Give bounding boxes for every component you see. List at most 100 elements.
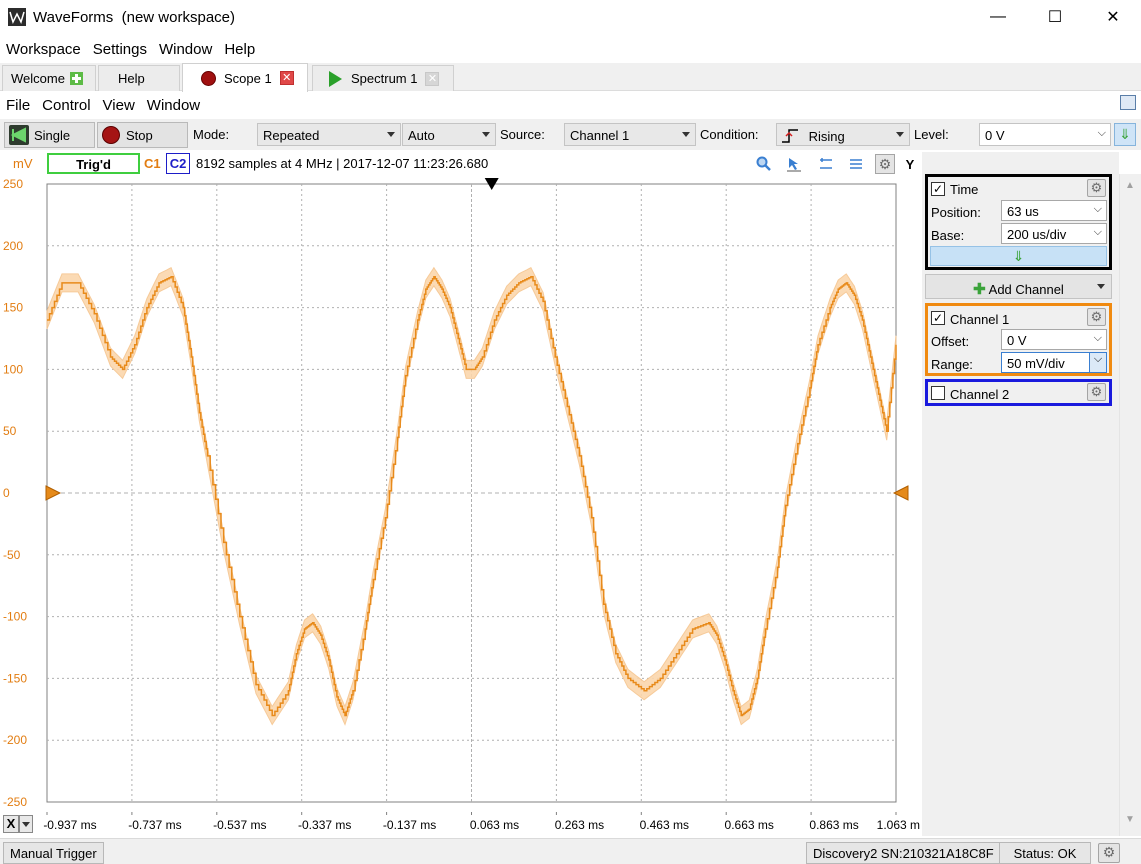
single-icon [9, 125, 29, 145]
condition-select[interactable]: Rising [776, 123, 910, 146]
offset-value: 0 V [1007, 333, 1027, 348]
settings-gear-icon[interactable]: ⚙ [875, 154, 895, 174]
window-title: WaveForms (new workspace) [33, 9, 235, 26]
play-icon [329, 70, 342, 87]
title-bar: WaveForms (new workspace) — ☐ ✕ [0, 0, 1141, 36]
tab-bar: Welcome Help Scope 1 ✕ Spectrum 1 ✕ [0, 63, 1141, 92]
y-unit-label: mV [13, 156, 33, 171]
trigger-status-badge: Trig'd [47, 153, 140, 174]
x-tick-label: 0.063 ms [470, 818, 519, 832]
main-menu: Workspace Settings Window Help [0, 37, 1141, 63]
base-value: 200 us/div [1007, 227, 1067, 242]
menu-help[interactable]: Help [218, 37, 261, 63]
stop-label: Stop [126, 127, 153, 143]
x-axis-ticks: -0.937 ms -0.737 ms -0.537 ms -0.337 ms -0.1… [43, 812, 920, 832]
range-value: 50 mV/div [1007, 356, 1065, 371]
rising-edge-icon [782, 129, 798, 143]
zoom-icon[interactable] [754, 154, 774, 174]
apply-time-icon[interactable]: ⇓ [930, 246, 1107, 266]
menu-workspace[interactable]: Workspace [0, 37, 87, 63]
x-tick-label: 0.663 ms [725, 818, 774, 832]
menu-view[interactable]: View [97, 92, 141, 118]
position-input[interactable]: 63 us ⌵ [1001, 200, 1107, 221]
maximize-button[interactable]: ☐ [1032, 0, 1078, 34]
scroll-down-icon[interactable]: ▼ [1125, 814, 1135, 825]
channel-1-settings-gear-icon[interactable]: ⚙ [1087, 308, 1106, 326]
source-select[interactable]: Channel 1 [564, 123, 696, 146]
cursor-select-icon[interactable] [784, 154, 804, 174]
time-settings-gear-icon[interactable]: ⚙ [1087, 179, 1106, 197]
y-axis-button[interactable]: Y [900, 154, 920, 174]
x-tick-label: -0.337 ms [298, 818, 351, 832]
stop-button[interactable]: Stop [97, 122, 188, 148]
add-channel-button[interactable]: ✚ Add Channel [925, 274, 1112, 299]
offset-input[interactable]: 0 V ⌵ [1001, 329, 1107, 350]
source-label: Source: [500, 127, 545, 142]
panel-scrollbar[interactable]: ▲ ▼ [1119, 174, 1141, 836]
status-indicator[interactable]: Status: OK [999, 842, 1091, 864]
channel-1-title: Channel 1 [950, 312, 1010, 327]
channel-2-settings-gear-icon[interactable]: ⚙ [1087, 383, 1106, 401]
oscilloscope-plot[interactable]: 250 200 150 100 50 0 -50 -100 -150 -200 -250 [0, 174, 922, 812]
cursor-vertical-icon[interactable] [846, 154, 866, 174]
acquisition-toolbar: Single Stop Mode: Repeated Auto Source: … [0, 119, 1141, 150]
tab-welcome[interactable]: Welcome [2, 65, 96, 91]
chevron-down-icon[interactable]: ⌵ [1089, 353, 1106, 372]
menu-settings[interactable]: Settings [87, 37, 153, 63]
manual-trigger-button[interactable]: Manual Trigger [3, 842, 104, 864]
minimize-button[interactable]: — [975, 0, 1021, 34]
x-tick-label: 0.263 ms [555, 818, 604, 832]
range-input[interactable]: 50 mV/div ⌵ [1001, 352, 1107, 373]
dropdown-arrow-icon [482, 132, 490, 137]
trigger-mode-select[interactable]: Auto [402, 123, 496, 146]
device-info-button[interactable]: Discovery2 SN:210321A18C8F [806, 842, 1001, 864]
dropdown-arrow-icon [387, 132, 395, 137]
mode-select[interactable]: Repeated [257, 123, 401, 146]
position-value: 63 us [1007, 204, 1039, 219]
y-axis-ticks: 250 200 150 100 50 0 -50 -100 -150 -200 -250 [3, 177, 27, 809]
menu-window[interactable]: Window [153, 37, 218, 63]
close-tab-icon[interactable]: ✕ [279, 71, 294, 85]
tab-help[interactable]: Help [98, 65, 180, 91]
scroll-up-icon[interactable]: ▲ [1125, 180, 1135, 191]
x-tick-label: -0.937 ms [43, 818, 96, 832]
menu-file[interactable]: File [0, 92, 36, 118]
level-input[interactable]: 0 V ⌵ [979, 123, 1111, 146]
y-tick-label: 100 [3, 362, 23, 376]
single-label: Single [34, 127, 71, 143]
chevron-down-icon: ⌵ [1093, 226, 1102, 238]
channel-1-section: ✓ Channel 1 ⚙ Offset: 0 V ⌵ Range: 50 mV/… [925, 303, 1112, 376]
x-tick-label: 0.463 ms [640, 818, 689, 832]
channel-2-title: Channel 2 [950, 387, 1010, 402]
y-tick-label: 150 [3, 301, 23, 315]
status-bar: Manual Trigger Discovery2 SN:210321A18C8… [0, 838, 1141, 864]
apply-level-icon[interactable]: ⇓ [1114, 123, 1136, 146]
menu-control[interactable]: Control [36, 92, 96, 118]
scope-menu: File Control View Window [0, 92, 1141, 118]
waveforms-app-icon [8, 8, 26, 26]
channel-2-badge[interactable]: C2 [166, 153, 190, 174]
base-input[interactable]: 200 us/div ⌵ [1001, 223, 1107, 244]
close-tab-icon[interactable]: ✕ [425, 71, 440, 86]
channel-1-checkbox[interactable]: ✓ [931, 311, 945, 325]
mode-label: Mode: [193, 127, 230, 142]
menu-window-scope[interactable]: Window [141, 92, 206, 118]
time-section: ✓ Time ⚙ Position: 63 us ⌵ Base: 200 us/d… [925, 174, 1112, 270]
tab-scope-1[interactable]: Scope 1 ✕ [182, 63, 308, 92]
dropdown-arrow-icon [682, 132, 690, 137]
y-tick-label: -200 [3, 733, 27, 747]
level-value: 0 V [985, 128, 1005, 143]
x-tick-label: -0.137 ms [383, 818, 436, 832]
tab-spectrum-1[interactable]: Spectrum 1 ✕ [312, 65, 454, 91]
tab-help-label: Help [118, 71, 145, 86]
dock-restore-icon[interactable] [1120, 95, 1136, 110]
status-settings-gear-icon[interactable]: ⚙ [1098, 843, 1120, 863]
channel-2-checkbox[interactable] [931, 386, 945, 400]
time-checkbox[interactable]: ✓ [931, 182, 945, 196]
source-value: Channel 1 [570, 128, 630, 143]
close-button[interactable]: ✕ [1090, 0, 1136, 34]
channel-1-badge[interactable]: C1 [144, 156, 161, 171]
single-button[interactable]: Single [4, 122, 95, 148]
cursor-horizontal-icon[interactable] [816, 154, 836, 174]
dropdown-arrow-icon [1097, 284, 1105, 289]
